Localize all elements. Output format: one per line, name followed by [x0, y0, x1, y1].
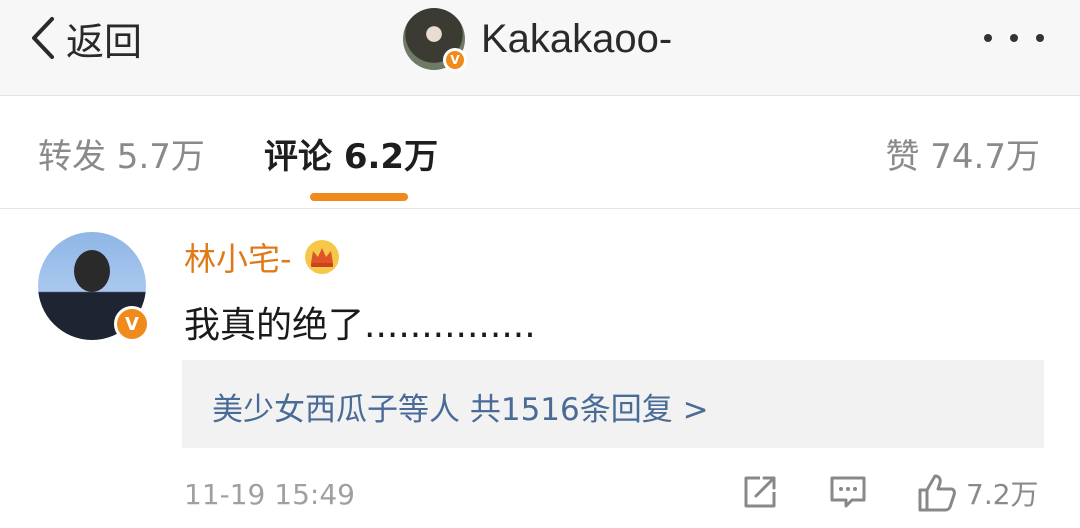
more-dots-icon [1010, 34, 1018, 42]
tab-bar: 转发 5.7万 评论 6.2万 赞 74.7万 [0, 97, 1080, 209]
page-title: Kakakaoo- [481, 16, 673, 61]
avatar[interactable]: V [403, 8, 467, 72]
tab-comment[interactable]: 评论 6.2万 [264, 129, 438, 178]
tab-repost[interactable]: 转发 5.7万 [38, 129, 205, 178]
comment-item: V 林小宅- 我真的绝了............... 美少女西瓜子等人 共15… [0, 210, 1080, 528]
replies-summary: 美少女西瓜子等人 共1516条回复 > [212, 392, 709, 428]
like-count: 7.2万 [966, 478, 1039, 511]
comment-text: 我真的绝了............... [184, 305, 536, 346]
avatar-face [74, 250, 110, 292]
chevron-left-icon [32, 17, 54, 59]
share-icon [744, 476, 776, 508]
commenter-avatar[interactable]: V [38, 232, 150, 342]
comment-timestamp: 11-19 15:49 [184, 478, 355, 511]
back-label: 返回 [66, 19, 143, 64]
more-dots-icon [984, 34, 992, 42]
more-options-button[interactable] [984, 26, 1044, 50]
more-dots-icon [1036, 34, 1044, 42]
thumbs-up-icon [918, 474, 956, 512]
active-tab-indicator [310, 193, 408, 201]
back-button[interactable]: 返回 [28, 14, 142, 64]
share-button[interactable] [740, 472, 780, 512]
tab-like[interactable]: 赞 74.7万 [885, 129, 1040, 178]
like-button[interactable]: 7.2万 [916, 472, 1039, 514]
top-bar: 返回 V Kakakaoo- [0, 0, 1080, 96]
profile-header[interactable]: V Kakakaoo- [403, 6, 672, 72]
reply-button[interactable] [828, 472, 868, 512]
commenter-name[interactable]: 林小宅- [184, 234, 342, 280]
replies-link[interactable]: 美少女西瓜子等人 共1516条回复 > [182, 360, 1044, 448]
commenter-name-label: 林小宅- [184, 240, 292, 278]
comment-icon [830, 476, 866, 508]
crown-icon [304, 240, 339, 274]
verified-badge-icon: V [443, 48, 467, 72]
verified-badge-icon: V [114, 306, 150, 342]
